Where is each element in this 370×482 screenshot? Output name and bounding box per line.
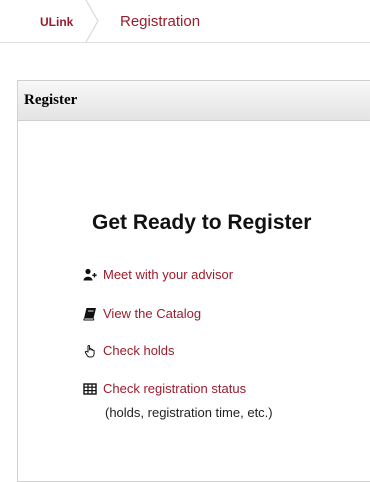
breadcrumb: ULink Registration <box>0 0 370 43</box>
hand-icon <box>84 344 95 358</box>
table-icon <box>83 383 97 395</box>
register-panel: Register Get Ready to Register Meet with… <box>17 80 370 482</box>
meet-advisor-link[interactable]: Meet with your advisor <box>103 267 233 282</box>
status-note: (holds, registration time, etc.) <box>105 405 273 420</box>
advisor-link-row[interactable]: Meet with your advisor <box>83 267 233 282</box>
panel-title: Register <box>18 81 370 121</box>
page-heading: Get Ready to Register <box>92 211 312 234</box>
breadcrumb-current: Registration <box>120 13 201 30</box>
breadcrumb-home-link[interactable]: ULink <box>40 15 73 29</box>
view-catalog-link[interactable]: View the Catalog <box>103 306 201 321</box>
catalog-link-row[interactable]: View the Catalog <box>83 306 201 321</box>
holds-link-row[interactable]: Check holds <box>83 343 175 358</box>
registration-status-link[interactable]: Check registration status <box>103 381 246 396</box>
check-holds-link[interactable]: Check holds <box>103 343 175 358</box>
status-link-row[interactable]: Check registration status <box>83 381 246 396</box>
add-user-icon <box>83 268 97 281</box>
book-icon <box>83 308 96 321</box>
breadcrumb-separator-icon <box>85 0 99 42</box>
